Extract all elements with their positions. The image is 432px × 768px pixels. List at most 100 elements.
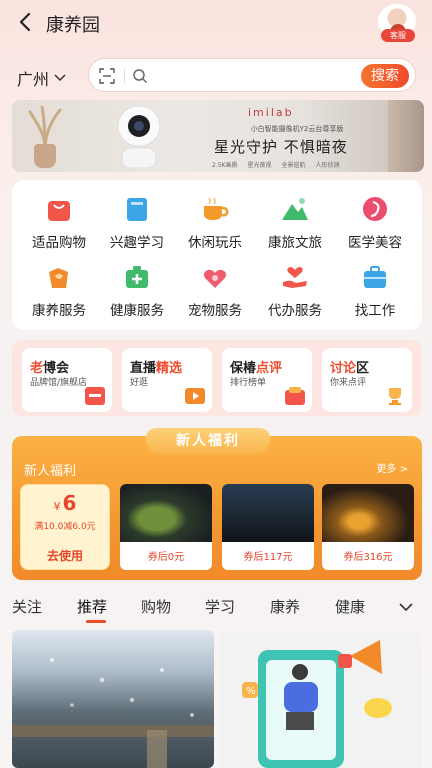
banner-tag: 人形侦测 — [315, 162, 340, 169]
feed-card[interactable] — [12, 630, 214, 768]
feed-card[interactable]: % — [220, 630, 422, 768]
promo-subtitle: 品牌馆/旗舰店 — [30, 378, 88, 388]
product-price: 券后117元 — [243, 552, 293, 563]
banner-tags: 2.5K画质 星光夜视 全景巡航 人形侦测 — [212, 160, 340, 169]
product-price: 券后0元 — [147, 552, 185, 563]
coupon-card[interactable]: ¥6 满10.0减6.0元 去使用 — [20, 484, 110, 570]
category-leisure[interactable]: 休闲玩乐 — [174, 194, 256, 254]
product-image — [222, 484, 314, 542]
category-label: 找工作 — [354, 303, 396, 319]
face-icon — [363, 197, 387, 221]
promo-expo[interactable]: 老博会 品牌馆/旗舰店 — [22, 348, 112, 412]
book-icon — [127, 198, 147, 221]
curtain-decoration — [388, 100, 424, 172]
trophy-icon — [389, 388, 401, 405]
promo-discussion[interactable]: 讨论区 你来点评 — [322, 348, 412, 412]
banner-tag: 星光夜视 — [247, 162, 272, 169]
search-bar[interactable]: 搜索 — [88, 58, 416, 92]
ranking-box-icon — [285, 387, 305, 405]
scan-icon[interactable] — [99, 68, 115, 84]
product-image — [322, 484, 414, 542]
product-price: 券后316元 — [343, 552, 393, 563]
promo-title: 讨论区 — [330, 361, 370, 376]
city-selector[interactable]: 广州 — [17, 66, 66, 90]
customer-service-button[interactable]: 客服 — [378, 4, 418, 42]
page-title: 康养园 — [46, 15, 100, 36]
promo-title: 保椿点评 — [230, 361, 283, 376]
category-travel[interactable]: 康旅文旅 — [254, 194, 336, 254]
category-label: 康养服务 — [32, 303, 86, 319]
promo-subtitle: 好逛 — [130, 378, 149, 388]
category-label: 休闲玩乐 — [188, 235, 242, 251]
category-label: 兴趣学习 — [110, 235, 164, 251]
chevron-down-icon — [54, 74, 66, 82]
tab-follow[interactable]: 关注 — [12, 596, 42, 617]
newbie-welfare-card: 新人福利 更多 > ¥6 满10.0减6.0元 去使用 券后0元 券后117元 … — [12, 436, 422, 580]
category-label: 宠物服务 — [188, 303, 242, 319]
promo-cards: 老博会 品牌馆/旗舰店 直播精选 好逛 保椿点评 排行榜单 讨论区 你来点评 — [12, 340, 422, 416]
tab-care[interactable]: 康养 — [270, 596, 300, 617]
pet-heart-icon — [204, 269, 226, 288]
category-label: 适品购物 — [32, 235, 86, 251]
pampas-grass-decoration — [28, 106, 62, 146]
svg-text:%: % — [246, 686, 256, 697]
search-icon — [133, 69, 148, 84]
product-image — [120, 484, 212, 542]
category-jobs[interactable]: 找工作 — [334, 262, 416, 322]
customer-service-badge: 客服 — [381, 29, 415, 42]
banner-subtitle: 小白智能摄像机Y2云台尊享版 — [250, 125, 344, 133]
category-label: 康旅文旅 — [268, 235, 322, 251]
newbie-product[interactable]: 券后0元 — [120, 484, 212, 570]
shopping-bag-icon — [48, 201, 70, 221]
coupon-use-button[interactable]: 去使用 — [21, 547, 109, 564]
tab-health[interactable]: 健康 — [335, 596, 365, 617]
tab-shopping[interactable]: 购物 — [141, 596, 171, 617]
category-shopping[interactable]: 适品购物 — [18, 194, 100, 254]
banner-headline: 星光守护 不惧暗夜 — [214, 138, 348, 156]
marketing-illustration: % — [242, 640, 392, 768]
category-label: 健康服务 — [110, 303, 164, 319]
medical-kit-icon — [126, 266, 148, 288]
promo-title: 老博会 — [30, 361, 70, 376]
active-tab-indicator — [86, 620, 106, 623]
newbie-product[interactable]: 券后316元 — [322, 484, 414, 570]
expo-badge-icon — [85, 387, 105, 405]
promo-subtitle: 你来点评 — [330, 378, 367, 388]
camera-product-image — [117, 105, 161, 169]
promo-title: 直播精选 — [130, 361, 183, 376]
category-label: 医学美容 — [348, 235, 402, 251]
banner-brand: imilab — [248, 106, 294, 119]
promo-subtitle: 排行榜单 — [230, 378, 267, 388]
tab-recommend[interactable]: 推荐 — [77, 596, 107, 617]
feed-tabs: 关注 推荐 购物 学习 康养 健康 — [0, 596, 432, 626]
category-learning[interactable]: 兴趣学习 — [96, 194, 178, 254]
promo-live[interactable]: 直播精选 好逛 — [122, 348, 212, 412]
back-arrow-icon[interactable] — [16, 10, 36, 34]
search-button[interactable]: 搜索 — [361, 64, 409, 88]
tab-learning[interactable]: 学习 — [205, 596, 235, 617]
search-divider — [124, 69, 125, 83]
promo-review[interactable]: 保椿点评 排行榜单 — [222, 348, 312, 412]
banner-tag: 全景巡航 — [281, 162, 306, 169]
newbie-tab-title: 新人福利 — [146, 428, 270, 454]
coupon-condition: 满10.0减6.0元 — [34, 522, 96, 532]
newbie-product[interactable]: 券后117元 — [222, 484, 314, 570]
category-beauty[interactable]: 医学美容 — [334, 194, 416, 254]
tea-cup-icon — [204, 197, 229, 220]
vase-decoration — [34, 144, 56, 168]
banner-tag: 2.5K画质 — [212, 162, 238, 169]
city-label: 广州 — [17, 70, 50, 89]
newbie-more-link[interactable]: 更多 > — [376, 460, 408, 475]
category-label: 代办服务 — [268, 303, 322, 319]
category-pet-service[interactable]: 宠物服务 — [174, 262, 256, 322]
chevron-down-icon[interactable] — [398, 599, 414, 615]
rainy-window-image — [12, 658, 214, 768]
promo-banner[interactable]: imilab 小白智能摄像机Y2云台尊享版 星光守护 不惧暗夜 2.5K画质 星… — [12, 100, 424, 172]
video-play-icon — [185, 388, 205, 404]
category-health-service[interactable]: 健康服务 — [96, 262, 178, 322]
header: 康养园 客服 — [0, 0, 432, 46]
helping-hand-icon — [283, 267, 307, 288]
category-errand-service[interactable]: 代办服务 — [254, 262, 336, 322]
category-care-service[interactable]: 康养服务 — [18, 262, 100, 322]
coupon-amount: ¥6 — [53, 491, 77, 515]
